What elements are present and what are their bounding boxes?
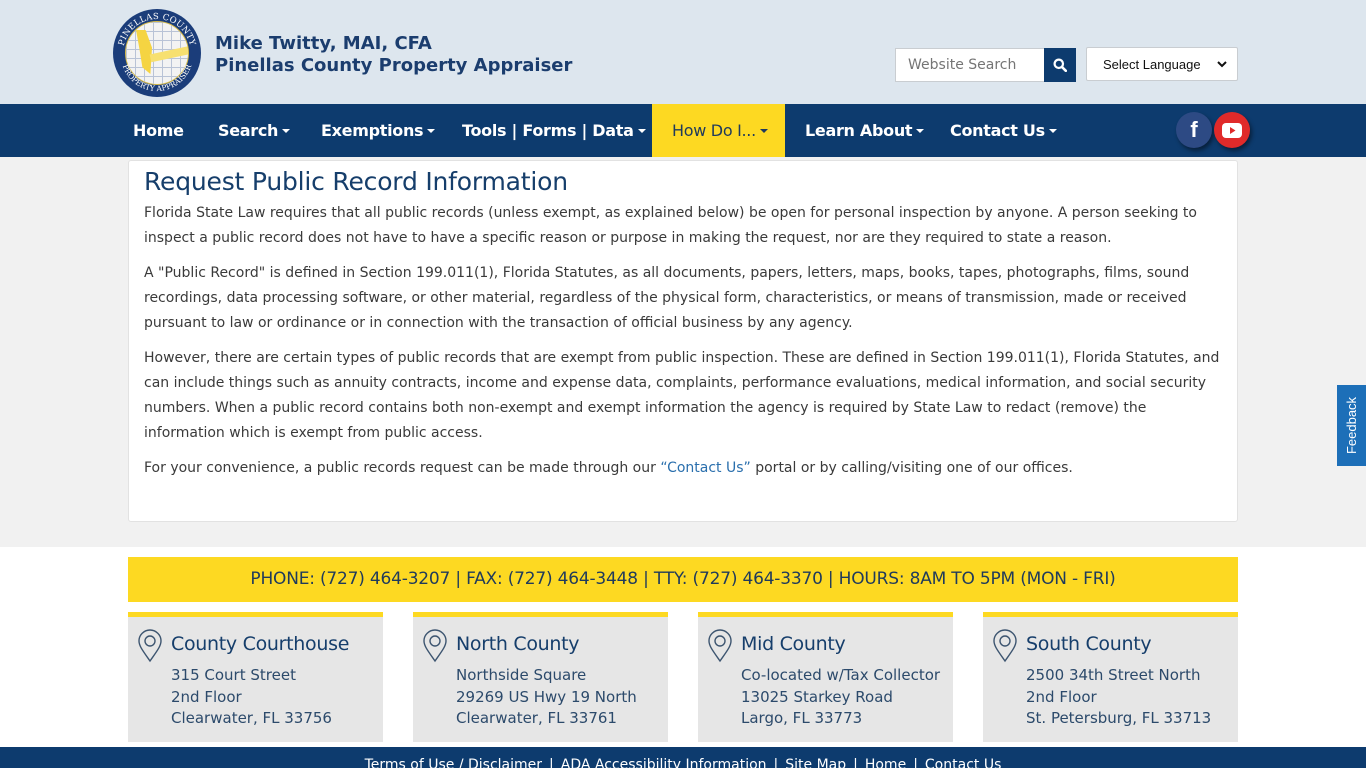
map-pin-icon (423, 629, 447, 663)
office-name: Pinellas County Property Appraiser (215, 55, 573, 76)
office-card-county-courthouse: County Courthouse 315 Court Street 2nd F… (128, 612, 383, 742)
address-line: 13025 Starkey Road (741, 687, 893, 706)
feedback-label: Feedback (1344, 396, 1359, 455)
footer-link-ada[interactable]: ADA Accessibility Information (561, 757, 767, 768)
address-line: Northside Square (456, 666, 587, 684)
address-line: Co-located w/Tax Collector (741, 666, 941, 684)
paragraph-convenience: For your convenience, a public records r… (144, 456, 1226, 481)
paragraph-definition: A "Public Record" is defined in Section … (144, 265, 1190, 331)
nav-item-home[interactable]: Home (113, 104, 204, 157)
address-line: 2nd Floor (1026, 687, 1097, 706)
address-line: Clearwater, FL 33761 (456, 709, 617, 727)
separator: | (549, 757, 554, 768)
office-card-south-county: South County 2500 34th Street North 2nd … (983, 612, 1238, 742)
office-card-north-county: North County Northside Square 29269 US H… (413, 612, 668, 742)
footer-links-bar: Terms of Use / Disclaimer | ADA Accessibil… (0, 747, 1366, 768)
address-line: St. Petersburg, FL 33713 (1026, 709, 1212, 727)
footer-link-terms[interactable]: Terms of Use / Disclaimer (365, 757, 542, 768)
address-line: 29269 US Hwy 19 North (456, 687, 637, 706)
caret-down-icon (282, 128, 291, 133)
address-line: 2500 34th Street North (1026, 666, 1201, 684)
convenience-text-end: portal or by calling/visiting one of our… (750, 460, 1073, 476)
facebook-link[interactable]: f (1176, 112, 1212, 148)
caret-down-icon (916, 128, 925, 133)
nav-label: Exemptions (321, 121, 424, 140)
facebook-icon: f (1190, 117, 1198, 142)
nav-label: Tools | Forms | Data (462, 121, 634, 140)
office-address: 2500 34th Street North 2nd Floor St. Pet… (1026, 665, 1211, 730)
nav-item-exemptions[interactable]: Exemptions (301, 104, 455, 157)
nav-item-how-do-i[interactable]: How Do I... (652, 104, 785, 157)
language-select-value: Select Language (1103, 56, 1201, 72)
map-pin-icon (993, 629, 1017, 663)
address-line: Largo, FL 33773 (741, 709, 863, 727)
site-title[interactable]: Mike Twitty, MAI, CFA Pinellas County Pr… (215, 33, 572, 77)
main-navigation: Home Search Exemptions Tools | Forms | D… (0, 104, 1366, 157)
address-line: 2nd Floor (171, 687, 242, 706)
office-card-mid-county: Mid County Co-located w/Tax Collector 13… (698, 612, 953, 742)
office-address: 315 Court Street 2nd Floor Clearwater, F… (171, 665, 332, 730)
search-button[interactable] (1044, 48, 1076, 82)
nav-label: Contact Us (950, 121, 1045, 140)
nav-item-search[interactable]: Search (198, 104, 310, 157)
map-pin-icon (138, 629, 162, 663)
feedback-tab[interactable]: Feedback (1337, 385, 1366, 466)
paragraph-intro: Florida State Law requires that all publ… (144, 205, 1197, 246)
footer-link-site-map[interactable]: Site Map (785, 757, 846, 768)
website-search-input[interactable] (895, 48, 1045, 82)
svg-text:PINELLAS COUNTY: PINELLAS COUNTY (117, 12, 197, 47)
nav-label: Home (133, 121, 184, 140)
nav-label: Search (218, 121, 279, 140)
contact-info-bar: PHONE: (727) 464-3207 | FAX: (727) 464-3… (128, 557, 1238, 602)
nav-label: Learn About (805, 121, 913, 140)
nav-item-contact-us[interactable]: Contact Us (930, 104, 1077, 157)
caret-down-icon (759, 128, 768, 133)
caret-down-icon (427, 128, 436, 133)
office-name: South County (1026, 633, 1152, 655)
paragraph-exemptions: However, there are certain types of publ… (144, 350, 1220, 441)
map-pin-icon (708, 629, 732, 663)
nav-item-learn-about[interactable]: Learn About (785, 104, 944, 157)
convenience-text: For your convenience, a public records r… (144, 460, 661, 476)
youtube-icon (1222, 122, 1242, 138)
nav-item-tools-forms-data[interactable]: Tools | Forms | Data (442, 104, 666, 157)
appraiser-name: Mike Twitty, MAI, CFA (215, 33, 432, 54)
office-address: Northside Square 29269 US Hwy 19 North C… (456, 665, 637, 730)
svg-text:PROPERTY APPRAISER: PROPERTY APPRAISER (121, 63, 194, 93)
office-name: Mid County (741, 633, 846, 655)
seal-ring-text: PINELLAS COUNTY PROPERTY APPRAISER (117, 12, 197, 93)
search-icon (1053, 58, 1067, 72)
contact-us-link[interactable]: “Contact Us” (660, 460, 750, 476)
footer-link-home[interactable]: Home (865, 757, 906, 768)
youtube-link[interactable] (1214, 112, 1250, 148)
separator: | (853, 757, 858, 768)
footer-link-contact-us[interactable]: Contact Us (925, 757, 1001, 768)
separator: | (773, 757, 779, 768)
caret-down-icon (1048, 128, 1057, 133)
language-select[interactable]: Select Language (1086, 47, 1238, 81)
address-line: Clearwater, FL 33756 (171, 709, 332, 727)
chevron-down-icon (1217, 60, 1227, 67)
office-name: County Courthouse (171, 633, 350, 655)
office-name: North County (456, 633, 580, 655)
caret-down-icon (637, 128, 646, 133)
nav-label: How Do I... (672, 121, 756, 140)
address-line: 315 Court Street (171, 666, 296, 684)
office-address: Co-located w/Tax Collector 13025 Starkey… (741, 665, 940, 730)
page-title: Request Public Record Information (144, 167, 568, 196)
separator: | (913, 757, 918, 768)
